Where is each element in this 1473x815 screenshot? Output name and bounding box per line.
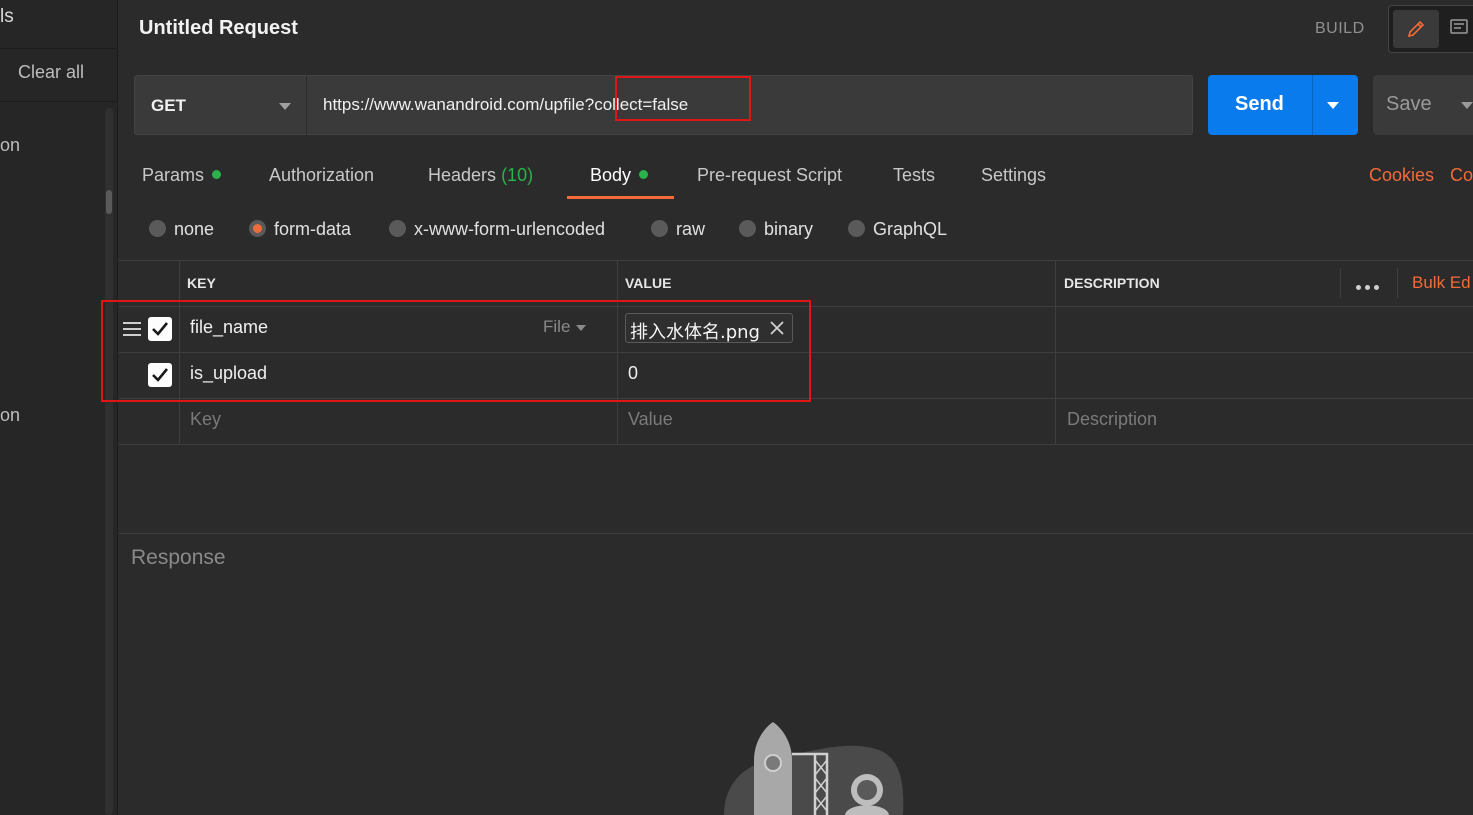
send-options-chevron-icon[interactable] [1327, 102, 1339, 109]
body-type-raw[interactable]: raw [651, 219, 705, 240]
cookies-link[interactable]: Cookies [1369, 165, 1434, 186]
new-value-input[interactable]: Value [628, 409, 673, 430]
tab-params-label: Params [142, 165, 205, 185]
send-label: Send [1235, 93, 1284, 115]
body-type-urlencoded[interactable]: x-www-form-urlencoded [389, 219, 605, 240]
tab-authorization[interactable]: Authorization [269, 165, 374, 186]
chevron-down-icon [279, 103, 291, 110]
tab-body-label: Body [590, 165, 632, 185]
sidebar-scrollbar-thumb[interactable] [106, 190, 112, 214]
tab-tests[interactable]: Tests [893, 165, 935, 186]
body-status-dot [639, 169, 649, 179]
body-type-binary-label: binary [764, 219, 814, 239]
method-label: GET [151, 96, 186, 115]
column-header-value: VALUE [625, 275, 672, 291]
request-title[interactable]: Untitled Request [139, 17, 298, 40]
column-header-description: DESCRIPTION [1064, 275, 1160, 291]
pencil-icon [1407, 20, 1425, 38]
headers-count: (10) [501, 165, 534, 185]
rocket-astronaut-illustration [724, 722, 904, 815]
save-label: Save [1386, 93, 1432, 115]
tab-tests-label: Tests [893, 165, 936, 185]
column-divider [1055, 260, 1056, 444]
mode-toggle[interactable] [1388, 5, 1473, 53]
body-type-binary[interactable]: binary [739, 219, 813, 240]
radio-icon [651, 219, 668, 237]
history-item[interactable]: on [0, 135, 20, 156]
body-type-urlencoded-label: x-www-form-urlencoded [414, 219, 606, 239]
history-item[interactable]: on [0, 405, 20, 426]
more-options-icon[interactable] [1356, 277, 1383, 295]
tab-settings-label: Settings [981, 165, 1047, 185]
sidebar-title-fragment: ls [0, 6, 14, 27]
send-split-divider [1312, 75, 1313, 135]
save-options-chevron-icon[interactable] [1461, 102, 1473, 109]
rows-highlight-box [101, 300, 811, 402]
tab-headers-label: Headers [428, 165, 497, 185]
clear-all-button[interactable]: Clear all [0, 48, 118, 102]
params-status-dot [212, 169, 222, 179]
build-mode-label: BUILD [1315, 20, 1365, 37]
column-divider [1397, 268, 1398, 298]
postman-window: ls Clear all on on Untitled Request BUIL… [0, 0, 1473, 815]
query-highlight-box [615, 76, 751, 121]
column-header-key: KEY [187, 275, 216, 291]
body-type-none-label: none [174, 219, 215, 239]
radio-selected-icon [249, 219, 266, 237]
active-tab-indicator [567, 196, 674, 199]
save-button[interactable]: Save [1373, 75, 1473, 135]
comment-icon[interactable] [1449, 18, 1469, 38]
tab-authorization-label: Authorization [269, 165, 375, 185]
tab-body[interactable]: Body [590, 165, 649, 186]
new-description-input[interactable]: Description [1067, 409, 1157, 430]
tab-pre-request-script[interactable]: Pre-request Script [697, 165, 842, 186]
bulk-edit-link[interactable]: Bulk Ed [1412, 273, 1471, 293]
send-button[interactable]: Send [1208, 75, 1358, 135]
sidebar-scrollbar[interactable] [105, 108, 113, 815]
response-title: Response [131, 546, 226, 569]
clear-all-label: Clear all [18, 62, 85, 82]
tab-params[interactable]: Params [142, 165, 222, 186]
tab-pre-request-label: Pre-request Script [697, 165, 843, 185]
tab-headers[interactable]: Headers (10) [428, 165, 533, 186]
column-divider [1340, 268, 1341, 298]
body-type-graphql[interactable]: GraphQL [848, 219, 947, 240]
method-select[interactable]: GET [134, 75, 307, 135]
radio-icon [389, 219, 406, 237]
body-type-raw-label: raw [676, 219, 706, 239]
table-border [119, 444, 1473, 445]
body-type-form-data-label: form-data [274, 219, 352, 239]
new-key-input[interactable]: Key [190, 409, 221, 430]
code-link[interactable]: Co [1450, 165, 1473, 186]
table-border [119, 260, 1473, 261]
radio-icon [848, 219, 865, 237]
history-sidebar: ls Clear all on on [0, 0, 118, 815]
request-panel: Untitled Request BUILD GET https://www.w… [119, 0, 1473, 815]
radio-icon [739, 219, 756, 237]
body-type-graphql-label: GraphQL [873, 219, 948, 239]
body-type-none[interactable]: none [149, 219, 214, 240]
body-type-form-data[interactable]: form-data [249, 219, 351, 240]
response-divider[interactable] [119, 533, 1473, 534]
radio-icon [149, 219, 166, 237]
edit-mode-button[interactable] [1393, 10, 1439, 48]
tab-settings[interactable]: Settings [981, 165, 1046, 186]
